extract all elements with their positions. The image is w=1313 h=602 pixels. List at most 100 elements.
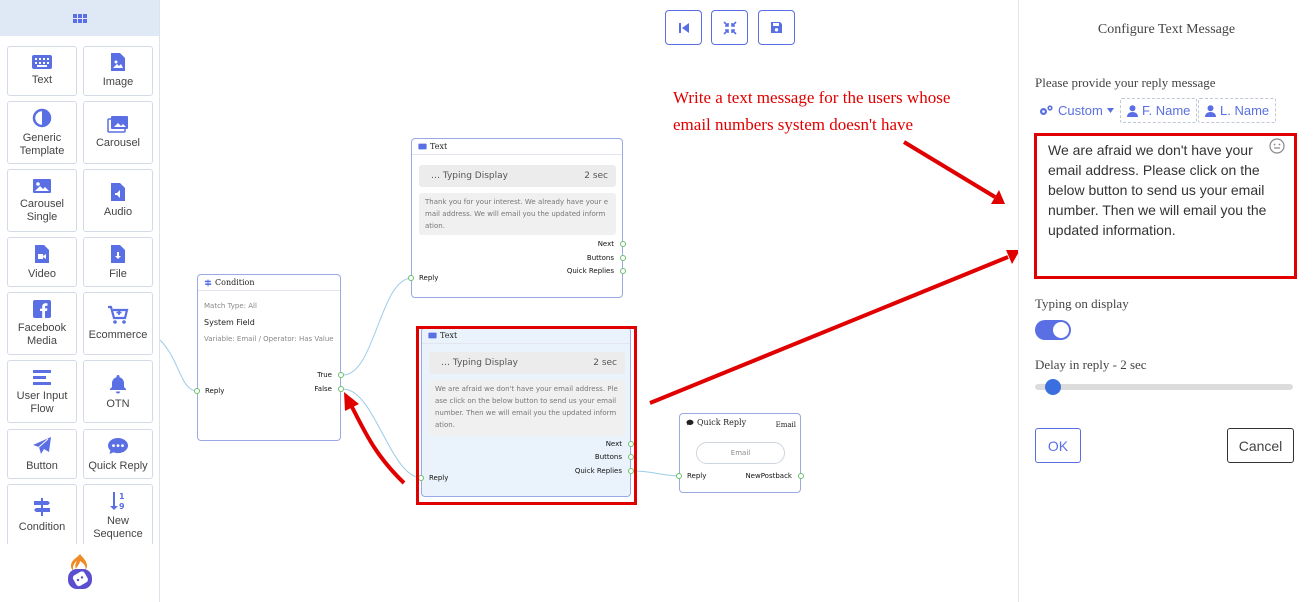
condition-variable: Variable: Email / Operator: Has Value [204, 335, 334, 343]
first-name-label: F. Name [1142, 103, 1191, 118]
tile-label: Audio [103, 206, 133, 218]
reply-port[interactable] [408, 275, 414, 281]
user-icon [1127, 104, 1138, 117]
annotation-arrow-from-text [902, 140, 1005, 204]
condition-false-port[interactable] [338, 386, 344, 392]
tile-text[interactable]: Text [7, 46, 77, 96]
tile-quick-reply[interactable]: Quick Reply [83, 429, 153, 479]
tile-label: New Sequence [93, 515, 143, 540]
tile-video[interactable]: Video [7, 237, 77, 287]
keyboard-icon [418, 143, 427, 150]
next-port[interactable] [620, 241, 626, 247]
ok-button[interactable]: OK [1035, 428, 1081, 463]
condition-field: System Field [204, 318, 255, 327]
annotation-arrow-to-panel-box [649, 250, 1018, 405]
text-node-header: Text [412, 139, 622, 155]
image-file-icon [111, 53, 125, 71]
reply-port[interactable] [676, 473, 682, 479]
typing-toggle[interactable] [1035, 320, 1071, 340]
typing-display-label: … Typing Display [431, 171, 508, 181]
tile-file[interactable]: File [83, 237, 153, 287]
quick-replies-port[interactable] [620, 268, 626, 274]
user-icon [1205, 104, 1216, 117]
annotation-arrow-to-false [344, 392, 406, 485]
new-postback-label: NewPostback [745, 472, 792, 480]
signs-icon [204, 278, 212, 287]
cogs-icon [1040, 105, 1053, 115]
text-message: Thank you for your interest. We already … [419, 193, 616, 235]
tile-label: Carousel [95, 137, 141, 149]
last-name-chip[interactable]: L. Name [1198, 98, 1277, 123]
highlight-box-text-node [416, 326, 637, 505]
tile-label: User Input Flow [16, 390, 68, 415]
tile-carousel[interactable]: Carousel [83, 101, 153, 164]
video-file-icon [35, 245, 49, 263]
last-name-label: L. Name [1220, 103, 1270, 118]
condition-node-header: Condition [198, 275, 340, 291]
component-sidebar: Text Image Generic Template Carousel Car… [0, 0, 160, 602]
cancel-button[interactable]: Cancel [1227, 428, 1294, 463]
keyboard-icon [32, 55, 52, 69]
caret-down-icon [1106, 108, 1114, 113]
quick-reply-node-header: Quick Reply [686, 418, 746, 427]
typing-display-time: 2 sec [584, 171, 608, 181]
tile-otn[interactable]: OTN [83, 360, 153, 423]
text-node-top[interactable]: Text … Typing Display 2 sec Thank you fo… [408, 138, 626, 298]
svg-text:1: 1 [119, 492, 125, 501]
sort-numeric-icon: 19 [110, 492, 125, 511]
images-icon [107, 116, 128, 133]
tile-label: Video [28, 268, 56, 280]
quick-reply-node[interactable]: Quick Reply Email Email Reply NewPostbac… [676, 413, 804, 493]
next-label: Next [597, 240, 614, 248]
signs-icon [34, 498, 50, 516]
download-file-icon [111, 245, 125, 263]
tile-button[interactable]: Button [7, 429, 77, 479]
delay-slider-thumb[interactable] [1045, 379, 1062, 395]
flow-canvas[interactable]: Condition Match Type: All System Field V… [160, 0, 1018, 602]
condition-reply-port[interactable] [194, 388, 200, 394]
delay-slider-track[interactable] [1035, 384, 1293, 390]
first-name-chip[interactable]: F. Name [1120, 98, 1198, 123]
quick-reply-title: Quick Reply [697, 418, 747, 427]
emoji-icon[interactable] [1269, 138, 1285, 154]
comment-icon [686, 419, 694, 426]
custom-variable-dropdown[interactable]: Custom [1038, 98, 1114, 123]
typing-on-display-label: Typing on display [1035, 296, 1129, 311]
condition-true-port[interactable] [338, 372, 344, 378]
delay-label: Delay in reply - 2 sec [1035, 357, 1147, 372]
buttons-port[interactable] [620, 255, 626, 261]
tile-label: Ecommerce [88, 329, 148, 341]
audio-file-icon [111, 183, 125, 201]
app-logo-icon [68, 554, 92, 589]
panel-title: Configure Text Message [1097, 22, 1236, 37]
tile-label: OTN [106, 398, 130, 410]
tile-facebook-media[interactable]: Facebook Media [7, 292, 77, 355]
tile-ecommerce[interactable]: Ecommerce [83, 292, 153, 355]
bell-icon [110, 375, 126, 394]
tile-generic-template[interactable]: Generic Template [7, 101, 77, 164]
connector-left-to-condition [160, 339, 198, 392]
paper-plane-icon [33, 437, 51, 454]
sidebar-header[interactable] [0, 0, 159, 36]
new-postback-port[interactable] [798, 473, 804, 479]
tile-label: Button [26, 460, 58, 472]
tile-label: Condition [18, 521, 66, 533]
typing-display-row: … Typing Display 2 sec [419, 165, 616, 187]
condition-node-title: Condition [215, 278, 255, 287]
tile-label: Image [102, 76, 134, 88]
tile-audio[interactable]: Audio [83, 169, 153, 232]
tile-carousel-single[interactable]: Carousel Single [7, 169, 77, 232]
comment-dots-icon [108, 438, 128, 454]
tile-image[interactable]: Image [83, 46, 153, 96]
tile-label: Generic Template [19, 132, 65, 157]
grid-icon [72, 13, 87, 23]
reply-label: Reply [687, 472, 707, 480]
custom-label: Custom [1058, 103, 1103, 118]
quick-reply-email-button[interactable]: Email [696, 442, 785, 464]
tile-label: File [109, 268, 127, 280]
tile-condition[interactable]: Condition [7, 484, 77, 544]
condition-node[interactable]: Condition Match Type: All System Field V… [194, 274, 344, 441]
tile-user-input-flow[interactable]: User Input Flow [7, 360, 77, 423]
reply-label: Reply [419, 274, 439, 282]
tile-new-sequence[interactable]: 19 New Sequence [83, 484, 153, 544]
